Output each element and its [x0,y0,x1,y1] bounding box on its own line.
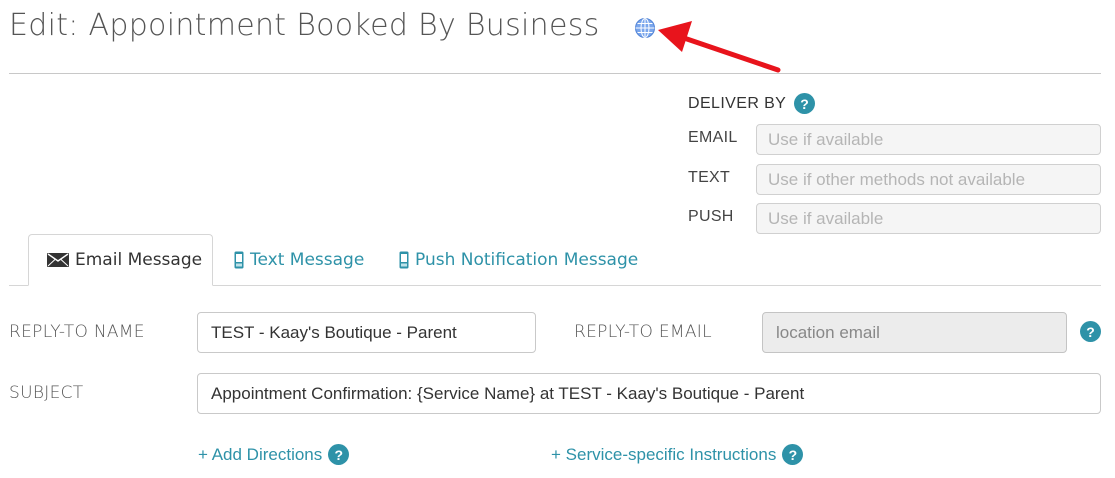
deliver-push-label: PUSH [688,208,734,225]
tab-text-message[interactable]: Text Message [234,234,364,286]
add-directions-label: + Add Directions [198,444,323,464]
reply-to-name-label: REPLY-TO NAME [9,322,145,342]
mobile-phone-icon [234,251,244,269]
deliver-text-select[interactable]: Use if other methods not available [756,164,1101,195]
reply-to-email-label: REPLY-TO EMAIL [574,322,712,342]
reply-to-email-input[interactable]: location email [762,312,1067,353]
add-directions-link[interactable]: + Add Directions ? [198,444,350,465]
annotation-arrow-icon [658,21,781,73]
service-instructions-help-icon[interactable]: ? [782,444,804,465]
subject-label: SUBJECT [9,383,84,403]
tab-email-message[interactable]: Email Message [28,234,213,286]
title-divider [9,73,1101,74]
add-directions-help-icon[interactable]: ? [328,444,350,465]
service-instructions-label: + Service-specific Instructions [551,444,777,464]
deliver-email-select[interactable]: Use if available [756,124,1101,155]
reply-to-email-help-icon[interactable]: ? [1080,321,1101,342]
page-title: Edit: Appointment Booked By Business [9,8,600,43]
deliver-push-select[interactable]: Use if available [756,203,1101,234]
tab-text-message-label: Text Message [250,250,365,270]
reply-to-name-input[interactable]: TEST - Kaay's Boutique - Parent [197,312,536,353]
tab-push-notification-label: Push Notification Message [415,250,639,270]
service-instructions-link[interactable]: + Service-specific Instructions ? [551,444,804,465]
mobile-phone-icon [399,251,409,269]
tab-email-message-label: Email Message [75,250,203,270]
deliver-email-label: EMAIL [688,129,738,146]
subject-input[interactable]: Appointment Confirmation: {Service Name}… [197,373,1101,414]
deliver-by-help-icon[interactable]: ? [794,93,816,114]
envelope-icon [47,253,69,267]
deliver-by-heading: DELIVER BY ? [688,93,816,114]
deliver-text-label: TEXT [688,169,731,186]
tab-push-notification-message[interactable]: Push Notification Message [399,234,638,286]
deliver-by-label: DELIVER BY [688,94,787,112]
